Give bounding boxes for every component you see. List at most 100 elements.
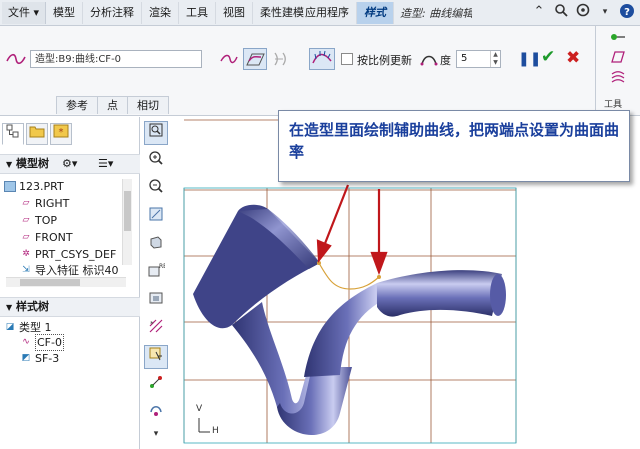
tree-item-label: RIGHT [35, 197, 70, 210]
free-curve-button[interactable] [218, 48, 240, 70]
collapse-icon[interactable]: ⌃ [530, 3, 548, 21]
display-style-icon[interactable] [144, 233, 168, 257]
spinner-arrows-icon[interactable]: ▲ ▼ [490, 51, 500, 67]
menu-bar: 文件 ▾ 模型 分析注释 渲染 工具 视图 柔性建模 应用程序 样式 造型: 曲… [0, 0, 640, 26]
tree-item-part[interactable]: 123.PRT [4, 179, 64, 194]
curve-type-icon [6, 53, 26, 65]
menu-tab-render[interactable]: 渲染 [142, 1, 180, 24]
svg-text:*: * [59, 127, 64, 138]
axis-h-label: H [212, 426, 219, 436]
scroll-thumb[interactable] [20, 279, 80, 286]
saved-views-icon[interactable]: RB [144, 261, 168, 285]
arrow-left-head [316, 239, 332, 263]
left-panel-tabs: * [0, 123, 72, 149]
menu-tab-view[interactable]: 视图 [216, 1, 254, 24]
menu-tab-model[interactable]: 模型 [46, 1, 84, 24]
import-feature-icon: ⇲ [22, 265, 30, 275]
tree-item-label: FRONT [35, 231, 73, 244]
annotation-display-icon[interactable] [144, 401, 168, 425]
cos-curve-button[interactable] [270, 48, 292, 70]
tree-item-import[interactable]: ⇲ 导入特征 标识40 [20, 263, 119, 278]
view-manager-icon[interactable] [144, 289, 168, 313]
tab-points[interactable]: 点 [97, 96, 128, 114]
favorites-tab-icon[interactable]: * [50, 123, 72, 145]
menu-tab-analysis[interactable]: 分析注释 [83, 1, 143, 24]
style-tree-title: 样式树 [16, 300, 49, 313]
menu-tab-applications[interactable]: 应用程序 [305, 1, 358, 24]
zoom-out-icon[interactable] [144, 177, 168, 201]
point-display-icon[interactable] [144, 373, 168, 397]
surface-icon: ◩ [21, 353, 31, 363]
annotation-callout: 在造型里面绘制辅助曲线，把两端点设置为曲面曲率 [278, 110, 630, 182]
cos-curve-icon [274, 52, 286, 66]
tree-item-type[interactable]: ◪ 类型 1 [4, 320, 52, 335]
proportional-update-checkbox[interactable] [341, 53, 353, 65]
degree-icon [420, 55, 438, 66]
menu-tab-tools[interactable]: 工具 [179, 1, 217, 24]
ok-checkmark-icon[interactable]: ✔ [541, 47, 555, 67]
dropdown-arrow-icon[interactable]: ▾ [596, 3, 614, 21]
curve-icon: ∿ [22, 337, 30, 347]
folder-tab-icon[interactable] [26, 123, 48, 145]
curve-reference-field[interactable]: 造型:B9:曲线:CF-0 [30, 50, 202, 68]
curvature-plot-button[interactable] [309, 48, 335, 70]
planar-curve-icon [246, 53, 265, 66]
tree-item-surface[interactable]: ◩ SF-3 [20, 351, 60, 366]
file-menu[interactable]: 文件 ▾ [2, 1, 47, 24]
datum-display-icon[interactable]: * [144, 317, 168, 341]
collapse-arrow-icon[interactable]: ▼ [6, 160, 12, 169]
tab-references[interactable]: 参考 [56, 96, 98, 114]
menu-tab-flexible[interactable]: 柔性建模 [253, 2, 305, 24]
refit-icon[interactable] [144, 121, 168, 145]
search-icon[interactable] [552, 3, 570, 21]
tree-item-curve[interactable]: ∿ CF-0 [20, 334, 64, 351]
curvature-plot-icon [312, 50, 332, 64]
tree-columns-icon[interactable]: ☰▾ [98, 155, 113, 173]
tab-tangency[interactable]: 相切 [127, 96, 169, 114]
tools-group-label: 工具 [604, 100, 623, 110]
model-tree-tab-icon[interactable] [2, 123, 24, 145]
pipe-right-end [490, 274, 506, 316]
tree-item-label: 类型 1 [19, 321, 52, 334]
tree-item-csys[interactable]: ✲ PRT_CSYS_DEF [20, 247, 116, 262]
degree-spinner[interactable]: 5 ▲ ▼ [456, 50, 501, 68]
cancel-x-icon[interactable]: ✖ [566, 48, 580, 68]
tree-item-label: 导入特征 标识40 [35, 264, 119, 277]
menu-tab-style[interactable]: 样式 [357, 1, 395, 24]
model-tree-header[interactable]: ▼ 模型树 ⚙▾ ☰▾ [0, 154, 140, 174]
tool-plane-icon[interactable] [610, 50, 626, 64]
help-icon[interactable]: ? [618, 3, 636, 21]
axis-v-label: V [196, 404, 203, 414]
tool-point-icon[interactable] [610, 30, 626, 44]
planar-curve-button[interactable] [243, 48, 267, 70]
pause-icon[interactable]: ❚❚ [518, 51, 541, 67]
settings-icon[interactable] [574, 3, 592, 21]
tree-settings-icon[interactable]: ⚙▾ [62, 155, 77, 173]
degree-value: 5 [461, 53, 468, 64]
tree-item-front[interactable]: ▱ FRONT [20, 230, 73, 245]
tree-item-label: CF-0 [35, 334, 64, 351]
collapse-arrow-icon[interactable]: ▼ [6, 303, 12, 312]
tree-item-top[interactable]: ▱ TOP [20, 213, 57, 228]
tree-item-right[interactable]: ▱ RIGHT [20, 196, 70, 211]
svg-text:*: * [150, 320, 154, 328]
tree-item-label: TOP [35, 214, 58, 227]
datum-plane-icon: ▱ [22, 232, 30, 242]
tree-vertical-scrollbar[interactable] [122, 179, 132, 265]
tool-curves-icon[interactable] [610, 70, 626, 84]
arrow-right-head [370, 251, 388, 276]
mode-title: 造型: 曲线编辑 [400, 6, 473, 20]
tree-item-label: SF-3 [35, 352, 60, 365]
more-tools-icon[interactable]: ▾ [144, 425, 168, 443]
tree-horizontal-scrollbar[interactable] [6, 277, 126, 287]
style-tree-header[interactable]: ▼ 样式树 [0, 297, 140, 317]
spin-center-icon[interactable] [144, 345, 168, 369]
curve-endpoint-right[interactable] [377, 275, 381, 279]
scroll-thumb[interactable] [124, 191, 131, 231]
ribbon-tabs: 参考 点 相切 [56, 96, 169, 114]
left-panel: * ▼ 模型树 ⚙▾ ☰▾ 123.PRT ▱ RIGHT ▱ TOP ▱ FR… [0, 117, 140, 449]
zoom-in-icon[interactable] [144, 149, 168, 173]
repaint-icon[interactable] [144, 205, 168, 229]
tools-group: 工具 [595, 26, 640, 116]
proportional-update-label: 按比例更新 [357, 54, 412, 67]
